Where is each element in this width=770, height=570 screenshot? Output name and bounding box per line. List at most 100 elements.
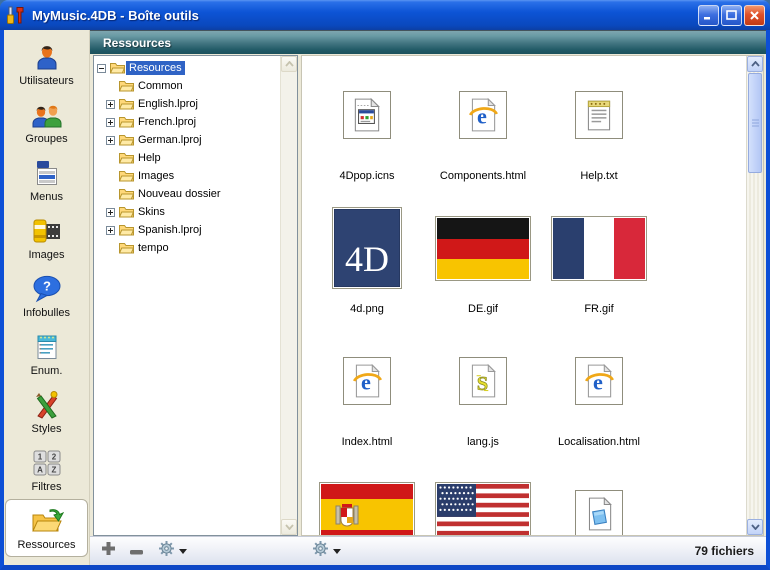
tree-item-label: English.lproj [135, 97, 201, 111]
actions-menu-button[interactable] [158, 540, 187, 562]
file-grid-panel: 4Dpop.icns eComponents.htmlHelp.txt 4D4d.p… [301, 55, 764, 536]
sidebar-item-images[interactable]: Images [4, 209, 89, 267]
file-name: 4Dpop.icns [339, 170, 394, 182]
toolbar: 79 fichiers [90, 536, 766, 565]
sidebar-item-infobulles[interactable]: ?Infobulles [4, 267, 89, 325]
file-item-4dpop-icns[interactable]: 4Dpop.icns [309, 60, 425, 193]
scroll-down-icon[interactable] [747, 519, 763, 535]
file-item-help-txt[interactable]: Help.txt [541, 60, 657, 193]
tree-item-spanish-lproj[interactable]: Spanish.lproj [94, 221, 280, 239]
tree-item-label: Images [135, 169, 177, 183]
file-name: 4d.png [350, 303, 384, 315]
file-item-lang-js[interactable]: Slang.js [425, 326, 541, 459]
folder-icon [110, 62, 125, 74]
folder-icon [119, 188, 134, 200]
maximize-button[interactable] [721, 5, 742, 26]
tree-item-french-lproj[interactable]: French.lproj [94, 113, 280, 131]
grid-scrollbar[interactable] [746, 56, 763, 535]
sidebar-item-label: Groupes [25, 133, 67, 145]
file-name: Index.html [342, 436, 393, 448]
sidebar-item-groupes[interactable]: Groupes [4, 93, 89, 151]
file-thumbnail-area [551, 193, 647, 303]
tree-item-label: French.lproj [135, 115, 199, 129]
file-thumbnail-area [319, 459, 415, 535]
collapse-toggle-icon[interactable] [97, 64, 110, 73]
tree-item-label: tempo [135, 241, 172, 255]
file-thumbnail-area [343, 60, 391, 170]
tree-item-label: Nouveau dossier [135, 187, 224, 201]
ie-icon: e [343, 357, 391, 405]
gear-icon [312, 540, 329, 562]
dropdown-arrow-icon [333, 549, 341, 554]
file-item-localisation-html[interactable]: eLocalisation.html [541, 326, 657, 459]
tree-item-german-lproj[interactable]: German.lproj [94, 131, 280, 149]
expand-toggle-icon[interactable] [106, 118, 119, 127]
tree-item-tempo[interactable]: tempo [94, 239, 280, 257]
expand-toggle-icon[interactable] [106, 208, 119, 217]
file-item[interactable] [541, 459, 657, 535]
flag-us-icon [435, 482, 531, 536]
file-item-components-html[interactable]: eComponents.html [425, 60, 541, 193]
window-body: Utilisateurs Groupes Menus Images ?Infobulle… [0, 30, 770, 570]
sidebar-item-enum[interactable]: Enum. [4, 325, 89, 383]
expand-toggle-icon[interactable] [106, 100, 119, 109]
file-item-de-gif[interactable]: DE.gif [425, 193, 541, 326]
tree-item-help[interactable]: Help [94, 149, 280, 167]
tree-item-english-lproj[interactable]: English.lproj [94, 95, 280, 113]
file-name: DE.gif [468, 303, 498, 315]
toolbox-icon [5, 5, 27, 25]
options-menu-button[interactable] [312, 540, 341, 562]
sidebar: Utilisateurs Groupes Menus Images ?Infobulle… [4, 30, 90, 565]
file-item-index-html[interactable]: e Index.html [309, 326, 425, 459]
file-thumbnail-area: e [459, 60, 507, 170]
tree-scroll-track[interactable] [281, 72, 297, 519]
flag-fr-icon [551, 216, 647, 281]
tree-item-resources[interactable]: Resources [94, 59, 280, 77]
tree-item-nouveau-dossier[interactable]: Nouveau dossier [94, 185, 280, 203]
svg-text:?: ? [43, 279, 51, 294]
sidebar-item-label: Ressources [17, 539, 75, 551]
txt-icon [575, 91, 623, 139]
sidebar-item-label: Images [28, 249, 64, 261]
expand-toggle-icon[interactable] [106, 136, 119, 145]
folder-icon [119, 80, 134, 92]
sidebar-item-utilisateurs[interactable]: Utilisateurs [4, 35, 89, 93]
page-title: Ressources [90, 36, 171, 50]
tree-item-label: Help [135, 151, 164, 165]
sidebar-item-filtres[interactable]: 12AZFiltres [4, 441, 89, 499]
expand-toggle-icon[interactable] [106, 226, 119, 235]
file-item-fr-gif[interactable]: FR.gif [541, 193, 657, 326]
file-thumbnail-area: 4D [332, 193, 402, 303]
doc-icon [575, 490, 623, 535]
add-button[interactable] [102, 542, 115, 560]
grid-scroll-track[interactable] [747, 174, 763, 519]
sidebar-item-ressources[interactable]: Ressources [5, 499, 88, 557]
file-item[interactable] [425, 459, 541, 535]
tree-item-label: Resources [126, 61, 185, 75]
sidebar-item-menus[interactable]: Menus [4, 151, 89, 209]
scroll-up-icon[interactable] [281, 56, 297, 72]
scroll-down-icon[interactable] [281, 519, 297, 535]
tree-item-skins[interactable]: Skins [94, 203, 280, 221]
tree-item-common[interactable]: Common [94, 77, 280, 95]
folder-icon [119, 242, 134, 254]
sidebar-item-label: Menus [30, 191, 63, 203]
sidebar-item-styles[interactable]: Styles [4, 383, 89, 441]
tooltip-icon: ? [32, 273, 62, 305]
folder-icon [119, 224, 134, 236]
file-item-4d-png[interactable]: 4D4d.png [309, 193, 425, 326]
remove-button[interactable] [130, 542, 143, 560]
file-name: Localisation.html [558, 436, 640, 448]
flag-es-icon [319, 482, 415, 536]
tree-scrollbar[interactable] [280, 56, 297, 535]
file-item[interactable] [309, 459, 425, 535]
scroll-up-icon[interactable] [747, 56, 763, 72]
panel-header: Ressources [90, 30, 766, 54]
scrollbar-thumb[interactable] [748, 73, 762, 173]
tree-item-images[interactable]: Images [94, 167, 280, 185]
minimize-button[interactable] [698, 5, 719, 26]
folder-icon [119, 152, 134, 164]
file-thumbnail-area [575, 60, 623, 170]
title-bar[interactable]: MyMusic.4DB - Boîte outils [0, 0, 770, 30]
close-button[interactable] [744, 5, 765, 26]
